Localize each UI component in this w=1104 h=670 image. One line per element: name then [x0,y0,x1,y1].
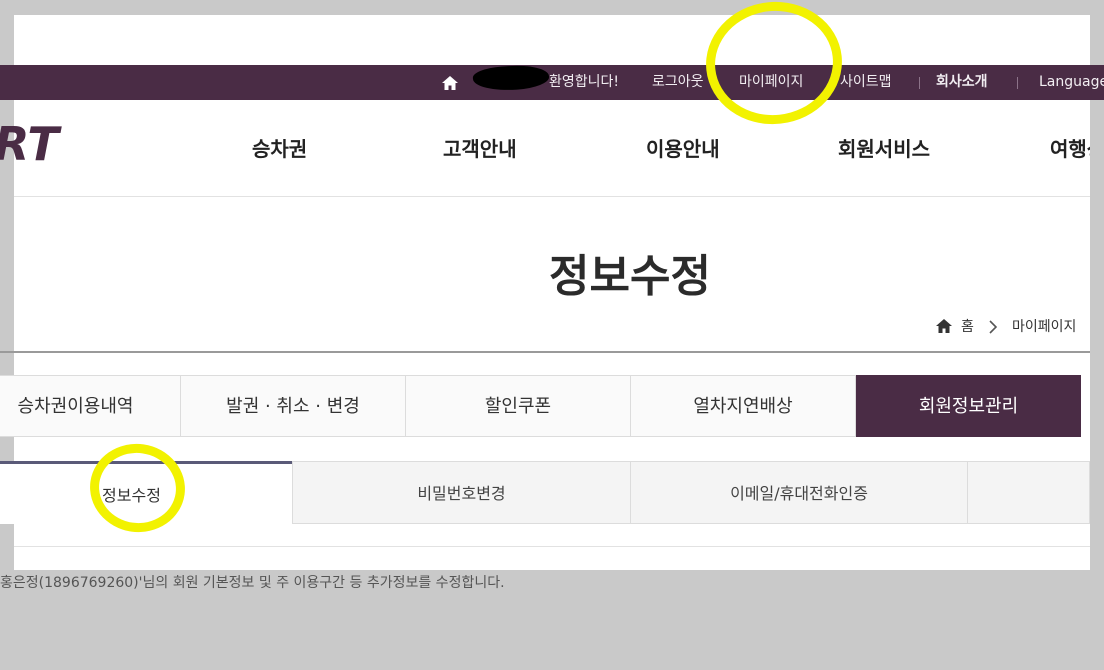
subtab-extra[interactable] [967,461,1090,524]
breadcrumb-home[interactable]: 홈 [961,316,974,336]
frame-border [0,570,1104,572]
language-selector[interactable]: Language [1039,65,1104,100]
header-divider [14,196,1090,197]
breadcrumb-mypage[interactable]: 마이페이지 [1012,316,1076,336]
frame-border [0,0,14,65]
company-link[interactable]: 회사소개 [936,65,988,100]
subtab-change-password[interactable]: 비밀번호변경 [292,461,631,524]
tab-discount-coupon[interactable]: 할인쿠폰 [405,375,631,437]
content-divider [14,546,1090,547]
logo-mark-icon: RT [0,117,62,171]
nav-customer-guide[interactable]: 고객안내 [443,132,517,166]
nav-usage-guide[interactable]: 이용안내 [646,132,720,166]
srt-logo[interactable]: RT [0,117,92,171]
divider [919,77,920,89]
tab-train-delay-compensation[interactable]: 열차지연배상 [630,375,856,437]
nav-member-service[interactable]: 회원서비스 [838,132,930,166]
nav-ticket[interactable]: 승차권 [252,132,307,166]
mypage-link[interactable]: 마이페이지 [739,65,803,100]
page-title: 정보수정 [549,251,711,302]
top-utility-bar: 환영합니다! 로그아웃 마이페이지 사이트맵 회사소개 Language [0,65,1104,100]
logout-link[interactable]: 로그아웃 [652,65,704,100]
breadcrumb-home-icon[interactable] [935,318,953,334]
tab-member-info[interactable]: 회원정보관리 [856,375,1081,437]
frame-border [0,0,1104,15]
description-text: 홍은정(1896769260)'님의 회원 기본정보 및 주 이용구간 등 추가… [0,575,505,591]
sitemap-link[interactable]: 사이트맵 [840,65,892,100]
svg-text:RT: RT [0,122,62,166]
home-icon[interactable] [441,74,459,92]
subtab-edit-info[interactable]: 정보수정 [0,461,293,524]
tab-issue-cancel-change[interactable]: 발권 · 취소 · 변경 [180,375,406,437]
divider [1017,77,1018,89]
tab-ticket-history[interactable]: 승차권이용내역 [0,375,181,437]
section-divider [0,351,1104,353]
chevron-right-icon [989,320,998,334]
welcome-text: 환영합니다! [549,74,620,90]
subtab-email-phone-verification[interactable]: 이메일/휴대전화인증 [630,461,968,524]
